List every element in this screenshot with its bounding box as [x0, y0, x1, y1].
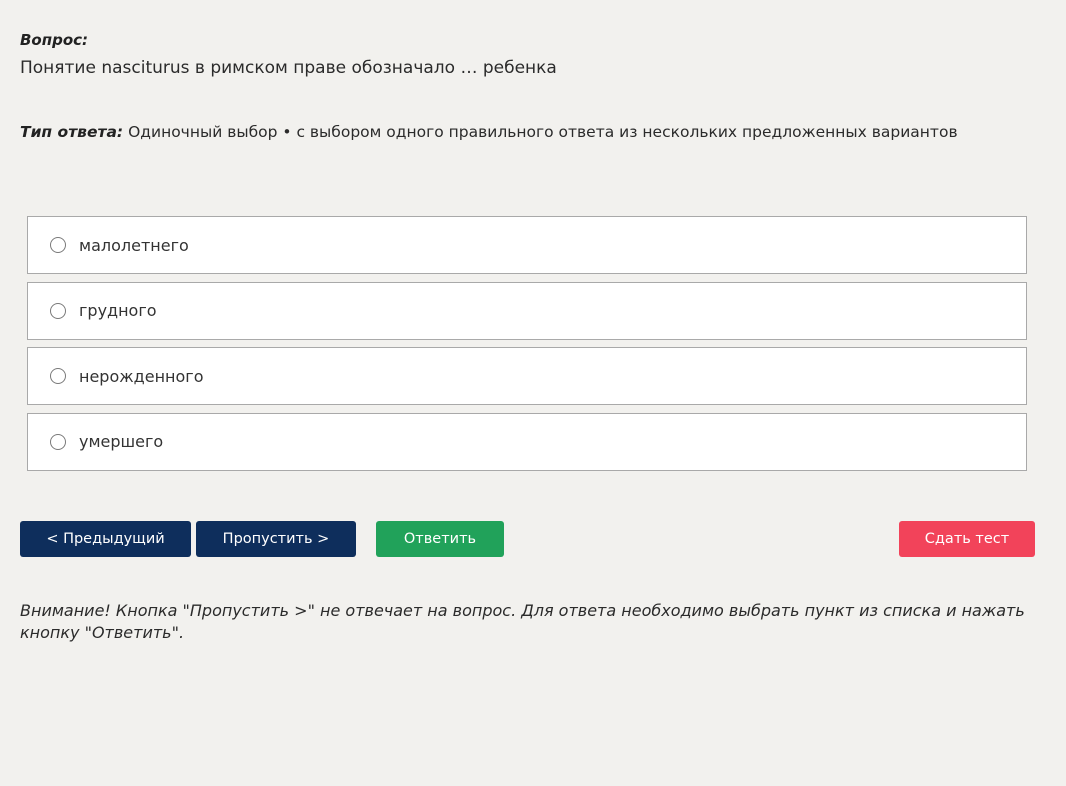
radio-button[interactable] — [50, 433, 66, 450]
answer-option[interactable]: нерожденного — [27, 347, 1027, 405]
answer-option-label: малолетнего — [79, 235, 189, 255]
answer-type-label: Тип ответа: — [20, 123, 124, 141]
skip-button[interactable]: Пропустить > — [196, 521, 356, 557]
submit-test-button[interactable]: Сдать тест — [899, 521, 1035, 557]
answer-option[interactable]: малолетнего — [27, 216, 1027, 274]
radio-button[interactable] — [50, 302, 66, 319]
answer-option[interactable]: умершего — [27, 412, 1027, 471]
radio-button[interactable] — [50, 368, 66, 384]
previous-button[interactable]: < Предыдущий — [20, 521, 191, 557]
answer-type-value: Одиночный выбор • с выбором одного прави… — [128, 123, 958, 141]
question-label: Вопрос: — [20, 31, 89, 49]
answer-option-label: умершего — [79, 432, 164, 451]
answer-option[interactable]: грудного — [27, 281, 1027, 340]
answer-button[interactable]: Ответить — [376, 521, 504, 557]
answer-option-label: грудного — [79, 301, 157, 320]
skip-warning-notice: Внимание! Кнопка "Пропустить >" не отвеч… — [20, 601, 1025, 642]
answer-option-label: нерожденного — [79, 366, 204, 386]
radio-button[interactable] — [50, 237, 66, 253]
answer-options: малолетнего грудного нерожденного умерше… — [27, 216, 1027, 478]
question-text: Понятие nasciturus в римском праве обозн… — [20, 58, 557, 78]
answer-type: Тип ответа: Одиночный выбор • с выбором … — [20, 123, 958, 141]
